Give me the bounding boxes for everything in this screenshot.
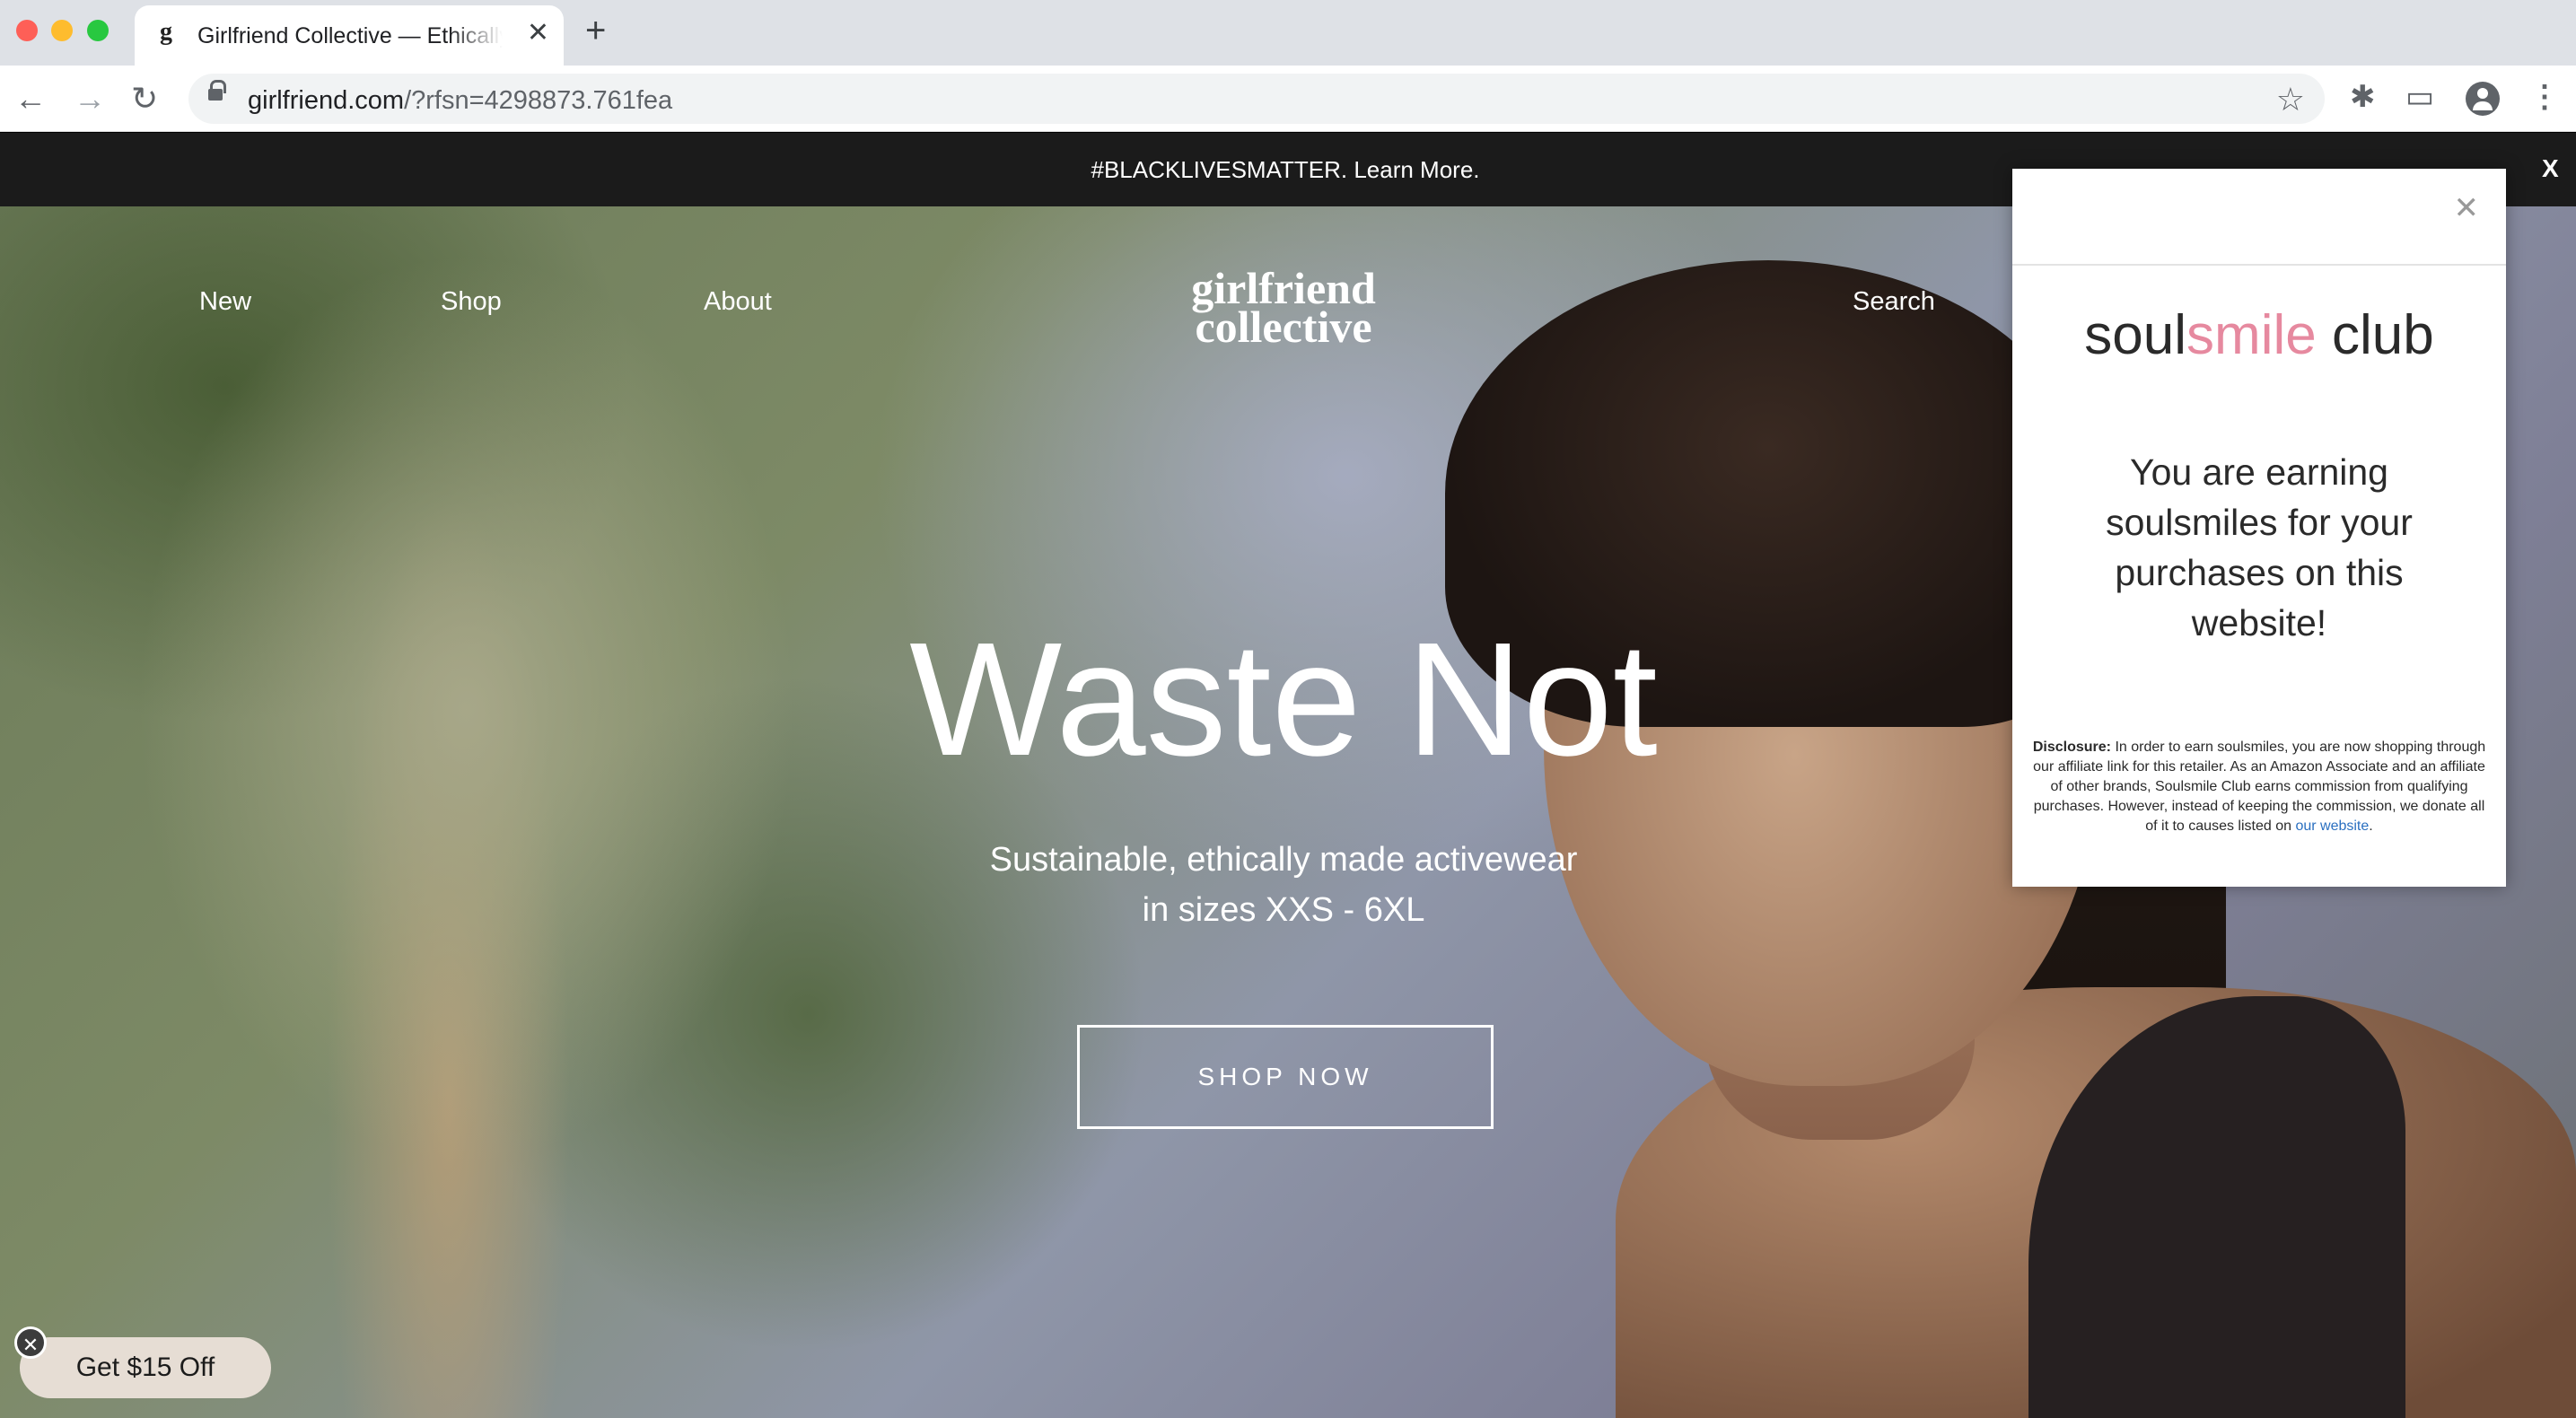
tab-title: Girlfriend Collective — Ethically xyxy=(197,23,503,49)
nav-shop[interactable]: Shop xyxy=(441,287,502,317)
popup-message: You are earning soulsmiles for your purc… xyxy=(2106,451,2413,643)
popup-brand: soulsmile club xyxy=(2012,303,2506,367)
url-text: girlfriend.com/?rfsn=4298873.761fea xyxy=(248,86,672,116)
popup-disclosure: Disclosure: In order to earn soulsmiles,… xyxy=(2032,738,2486,836)
address-bar[interactable]: girlfriend.com/?rfsn=4298873.761fea ☆ xyxy=(188,74,2325,124)
favicon-icon: g xyxy=(160,18,172,46)
star-icon[interactable]: ☆ xyxy=(2276,81,2305,118)
brand-soul: soul xyxy=(2084,304,2187,366)
forward-icon[interactable]: → xyxy=(74,81,106,117)
url-host: girlfriend.com xyxy=(248,86,405,115)
brand-club: club xyxy=(2316,304,2434,366)
cast-icon[interactable]: ▭ xyxy=(2405,79,2434,115)
promo-close-icon[interactable]: ✕ xyxy=(14,1326,47,1359)
browser-toolbar: ← → ↻ girlfriend.com/?rfsn=4298873.761fe… xyxy=(0,66,2576,132)
menu-icon[interactable]: ⋮ xyxy=(2529,79,2560,115)
banner-close-button[interactable]: X xyxy=(2542,154,2559,183)
new-tab-icon[interactable]: + xyxy=(585,13,606,48)
site-logo[interactable]: girlfriend collective xyxy=(1176,266,1391,352)
nav-new[interactable]: New xyxy=(199,287,251,317)
profile-icon[interactable] xyxy=(2466,82,2500,116)
logo-line-2: collective xyxy=(1195,302,1372,352)
window-maximize-button[interactable] xyxy=(87,20,109,41)
close-icon[interactable]: ✕ xyxy=(2454,190,2480,226)
extensions-icon[interactable]: ✱ xyxy=(2350,79,2376,115)
browser-tab[interactable]: g Girlfriend Collective — Ethically ✕ xyxy=(135,5,564,66)
window-close-button[interactable] xyxy=(16,20,38,41)
lock-icon xyxy=(208,80,226,101)
back-icon[interactable]: ← xyxy=(14,81,47,117)
hero-headline: Waste Not xyxy=(909,609,1658,790)
hero-subhead-line-2: in sizes XXS - 6XL xyxy=(1142,891,1425,929)
nav-about[interactable]: About xyxy=(704,287,772,317)
brand-smile: smile xyxy=(2186,304,2317,366)
reload-icon[interactable]: ↻ xyxy=(131,81,158,117)
hero-subhead: Sustainable, ethically made activewear i… xyxy=(808,835,1759,935)
browser-tab-strip: g Girlfriend Collective — Ethically ✕ + xyxy=(0,0,2576,66)
tab-close-icon[interactable]: ✕ xyxy=(527,20,549,47)
web-page: New Shop About girlfriend collective Sea… xyxy=(0,133,2576,1418)
popup-divider xyxy=(2012,264,2506,266)
discount-promo-button[interactable]: Get $15 Off xyxy=(20,1337,271,1398)
nav-search[interactable]: Search xyxy=(1853,287,1935,317)
disclosure-label: Disclosure: xyxy=(2032,740,2111,755)
disclosure-end: . xyxy=(2369,818,2373,834)
hero-subhead-line-1: Sustainable, ethically made activewear xyxy=(989,841,1578,879)
shop-now-button[interactable]: SHOP NOW xyxy=(1077,1025,1494,1129)
soulsmile-popup: ✕ soulsmile club You are earning soulsmi… xyxy=(2012,169,2506,887)
url-path: /?rfsn=4298873.761fea xyxy=(404,86,673,115)
disclosure-link[interactable]: our website xyxy=(2295,818,2369,834)
window-minimize-button[interactable] xyxy=(51,20,73,41)
